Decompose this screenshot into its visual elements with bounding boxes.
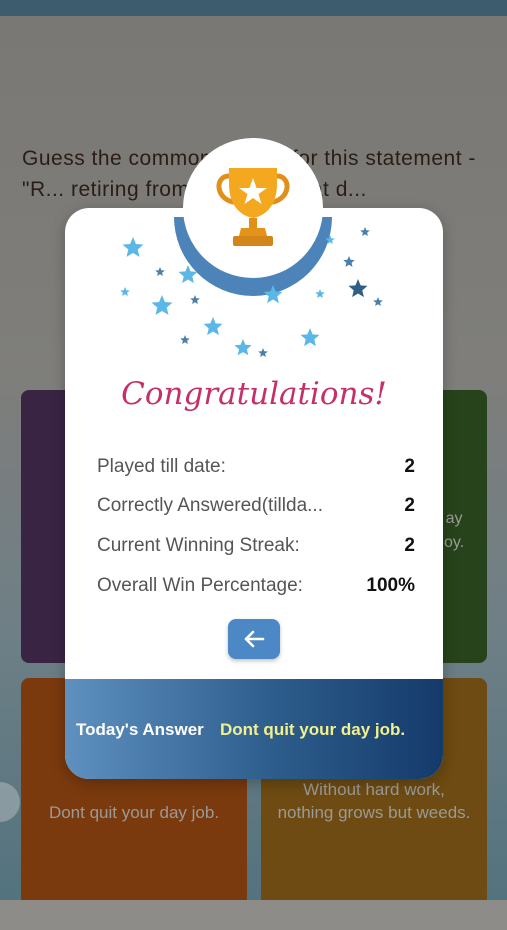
star-icon (151, 295, 173, 315)
star-icon (120, 287, 130, 296)
stat-row-win-percentage: Overall Win Percentage: 100% (97, 575, 415, 605)
todays-answer-bar: Today's Answer Dont quit your day job. (65, 679, 443, 779)
star-icon (203, 317, 223, 336)
stat-value-streak: 2 (404, 535, 415, 556)
option-card-2-text: ay oy. (444, 510, 465, 551)
stat-value-correct: 2 (404, 495, 415, 516)
stat-label-played: Played till date: (97, 456, 226, 477)
star-icon (234, 339, 252, 356)
star-icon (155, 267, 165, 276)
star-icon (343, 256, 355, 267)
stat-row-streak: Current Winning Streak: 2 (97, 535, 415, 565)
back-button[interactable] (228, 619, 280, 659)
todays-answer-label: Today's Answer (76, 720, 204, 739)
star-icon (122, 237, 144, 257)
stat-row-correct: Correctly Answered(tillda... 2 (97, 495, 415, 525)
star-icon (348, 279, 368, 298)
option-card-3-text: Dont quit your day job. (48, 803, 220, 822)
star-icon (325, 235, 335, 244)
option-card-4-text: Without hard work, nothing grows but wee… (277, 780, 471, 822)
stat-row-played: Played till date: 2 (97, 456, 415, 486)
star-icon (300, 328, 320, 347)
arrow-left-icon (244, 630, 265, 648)
star-icon (373, 297, 383, 306)
star-icon (263, 285, 283, 304)
star-icon (315, 289, 325, 298)
star-icon (190, 295, 200, 304)
star-icon (178, 265, 198, 284)
star-icon (180, 335, 190, 344)
status-bar (0, 0, 507, 16)
stat-value-played: 2 (404, 456, 415, 477)
todays-answer-value: Dont quit your day job. (220, 720, 406, 739)
star-icon (258, 348, 268, 357)
celebration-stars (120, 227, 383, 357)
stat-label-correct: Correctly Answered(tillda... (97, 495, 323, 516)
stat-label-win-percentage: Overall Win Percentage: (97, 575, 303, 596)
stat-label-streak: Current Winning Streak: (97, 535, 300, 556)
star-icon (360, 227, 370, 236)
congratulations-heading: Congratulations! (121, 376, 387, 412)
stat-value-win-percentage: 100% (366, 575, 415, 596)
